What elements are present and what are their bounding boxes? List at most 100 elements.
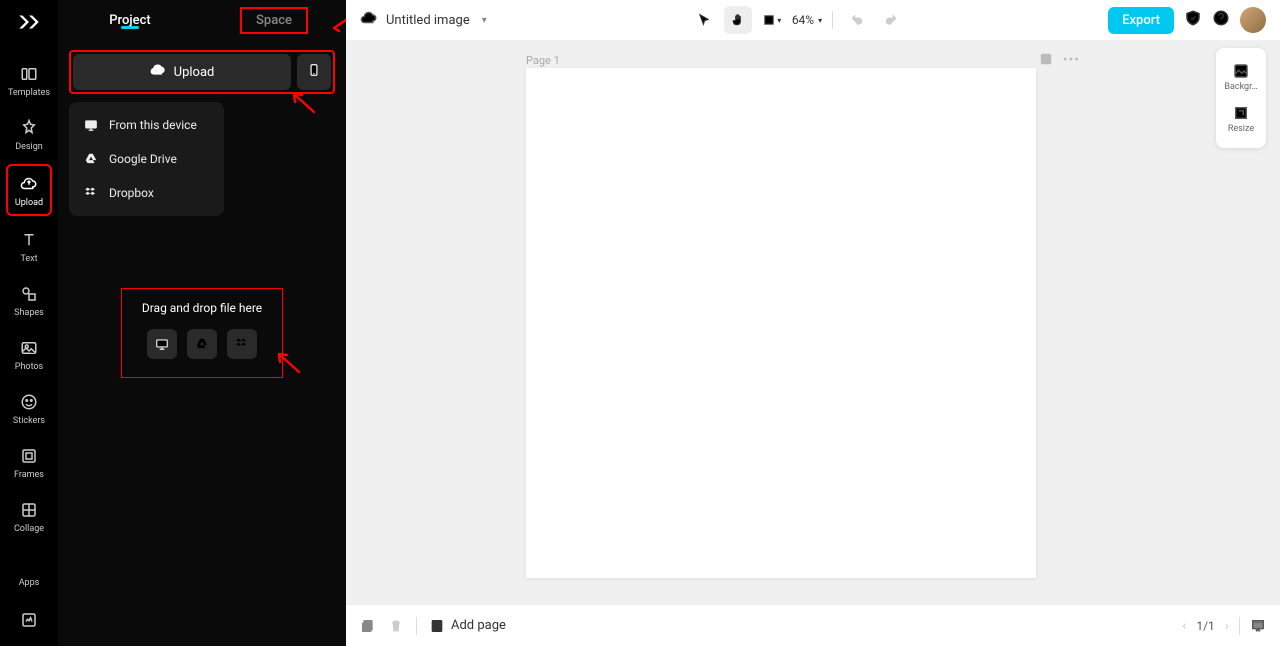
cursor-tool[interactable]: [690, 6, 718, 34]
canvas-area: Page 1 ••• Backgr… Resize: [346, 40, 1280, 604]
upload-panel: Project Space Upload From this device Go…: [58, 0, 346, 646]
next-page-button[interactable]: ›: [1225, 618, 1229, 634]
rail-label: Stickers: [13, 416, 45, 426]
page-actions: •••: [1039, 52, 1080, 70]
dropbox-icon: [83, 185, 99, 201]
bottombar-left: Add page: [360, 617, 506, 635]
apps-icon: [19, 554, 39, 574]
rail-design[interactable]: Design: [6, 110, 52, 158]
rail-label: Apps: [19, 578, 40, 588]
upload-dropdown: From this device Google Drive Dropbox: [69, 102, 224, 216]
cloud-icon: [360, 9, 378, 31]
divider: [832, 11, 833, 29]
brand-icon: [19, 610, 39, 630]
canvas-page[interactable]: [526, 68, 1036, 578]
rail-label: Photos: [15, 362, 43, 372]
rail-stickers[interactable]: Stickers: [6, 384, 52, 432]
annotation-arrow: [288, 90, 318, 116]
rail-label: Design: [15, 142, 43, 152]
google-drive-icon: [83, 151, 99, 167]
dropdown-label: Dropbox: [109, 186, 154, 200]
redo-button[interactable]: [877, 6, 905, 34]
dropdown-from-device[interactable]: From this device: [69, 108, 224, 142]
rail-frames[interactable]: Frames: [6, 438, 52, 486]
dropdown-dropbox[interactable]: Dropbox: [69, 176, 224, 210]
tool-label: Backgr…: [1224, 82, 1257, 92]
rail-bottom-item[interactable]: [6, 602, 52, 636]
rail-label: Upload: [15, 198, 43, 208]
divider: [1239, 617, 1240, 635]
bottombar: Add page ‹ 1/1 ›: [346, 604, 1280, 646]
tab-space[interactable]: Space: [202, 7, 346, 34]
bottombar-right: ‹ 1/1 ›: [1182, 617, 1266, 635]
resize-tool[interactable]: Resize: [1220, 98, 1262, 140]
add-page-label: Add page: [451, 618, 506, 633]
delete-page-icon[interactable]: [388, 618, 404, 634]
hand-tool[interactable]: [724, 6, 752, 34]
annotation-arrow: [273, 350, 303, 376]
rail-upload[interactable]: Upload: [6, 164, 52, 216]
left-rail: Templates Design Upload Text Shapes Phot…: [0, 0, 58, 646]
pages-icon[interactable]: [360, 618, 376, 634]
chevron-down-icon[interactable]: ▾: [482, 15, 487, 26]
mobile-icon: [307, 63, 321, 81]
user-avatar[interactable]: [1240, 7, 1266, 33]
tab-label: Space: [240, 7, 308, 34]
rail-apps[interactable]: Apps: [6, 546, 52, 594]
upload-from-mobile-button[interactable]: [297, 54, 331, 90]
dropdown-google-drive[interactable]: Google Drive: [69, 142, 224, 176]
dropzone[interactable]: Drag and drop file here: [121, 288, 283, 378]
tab-project[interactable]: Project: [58, 13, 202, 28]
upload-button[interactable]: Upload: [73, 54, 291, 90]
rail-templates[interactable]: Templates: [6, 56, 52, 104]
rail-shapes[interactable]: Shapes: [6, 276, 52, 324]
app-logo[interactable]: [15, 8, 43, 36]
main-area: Untitled image ▾ ▾ 64%▾ Export Page 1 ••…: [346, 0, 1280, 646]
rail-label: Frames: [14, 470, 44, 480]
background-tool[interactable]: Backgr…: [1220, 56, 1262, 98]
export-button[interactable]: Export: [1108, 7, 1174, 34]
templates-icon: [19, 64, 39, 84]
upload-row: Upload: [69, 50, 335, 94]
dropdown-label: From this device: [109, 118, 197, 132]
text-icon: [19, 230, 39, 250]
page-settings-icon[interactable]: [1039, 52, 1053, 70]
upload-icon: [19, 174, 39, 194]
rail-text[interactable]: Text: [6, 222, 52, 270]
page-counter: 1/1: [1196, 619, 1214, 633]
canvas-size-dropdown[interactable]: ▾: [758, 6, 786, 34]
panel-tabs: Project Space: [58, 0, 346, 40]
dropzone-text: Drag and drop file here: [142, 301, 262, 315]
cloud-upload-icon: [150, 62, 166, 82]
rail-label: Templates: [8, 88, 50, 98]
rail-label: Shapes: [14, 308, 44, 318]
design-icon: [19, 118, 39, 138]
help-icon[interactable]: [1212, 9, 1230, 31]
topbar: Untitled image ▾ ▾ 64%▾ Export: [346, 0, 1280, 40]
add-page-button[interactable]: Add page: [429, 618, 506, 634]
page-label: Page 1: [526, 54, 560, 67]
zoom-control[interactable]: 64%▾: [792, 13, 822, 27]
rail-photos[interactable]: Photos: [6, 330, 52, 378]
dropzone-gdrive-button[interactable]: [187, 329, 217, 359]
document-title[interactable]: Untitled image: [386, 13, 470, 28]
tab-underline: [121, 26, 139, 29]
topbar-right: Export: [1108, 7, 1266, 34]
page-more-icon[interactable]: •••: [1063, 52, 1080, 70]
rail-label: Text: [20, 254, 37, 264]
shield-icon[interactable]: [1184, 9, 1202, 31]
dropzone-dropbox-button[interactable]: [227, 329, 257, 359]
right-toolbar: Backgr… Resize: [1216, 48, 1266, 148]
topbar-center: ▾ 64%▾: [690, 6, 905, 34]
rail-label: Collage: [14, 524, 44, 534]
zoom-value: 64%: [792, 13, 814, 27]
rail-collage[interactable]: Collage: [6, 492, 52, 540]
monitor-icon: [83, 117, 99, 133]
shapes-icon: [19, 284, 39, 304]
divider: [416, 617, 417, 635]
prev-page-button[interactable]: ‹: [1182, 618, 1186, 634]
dropzone-device-button[interactable]: [147, 329, 177, 359]
dropzone-icons: [142, 329, 262, 359]
present-icon[interactable]: [1250, 618, 1266, 634]
undo-button[interactable]: [843, 6, 871, 34]
